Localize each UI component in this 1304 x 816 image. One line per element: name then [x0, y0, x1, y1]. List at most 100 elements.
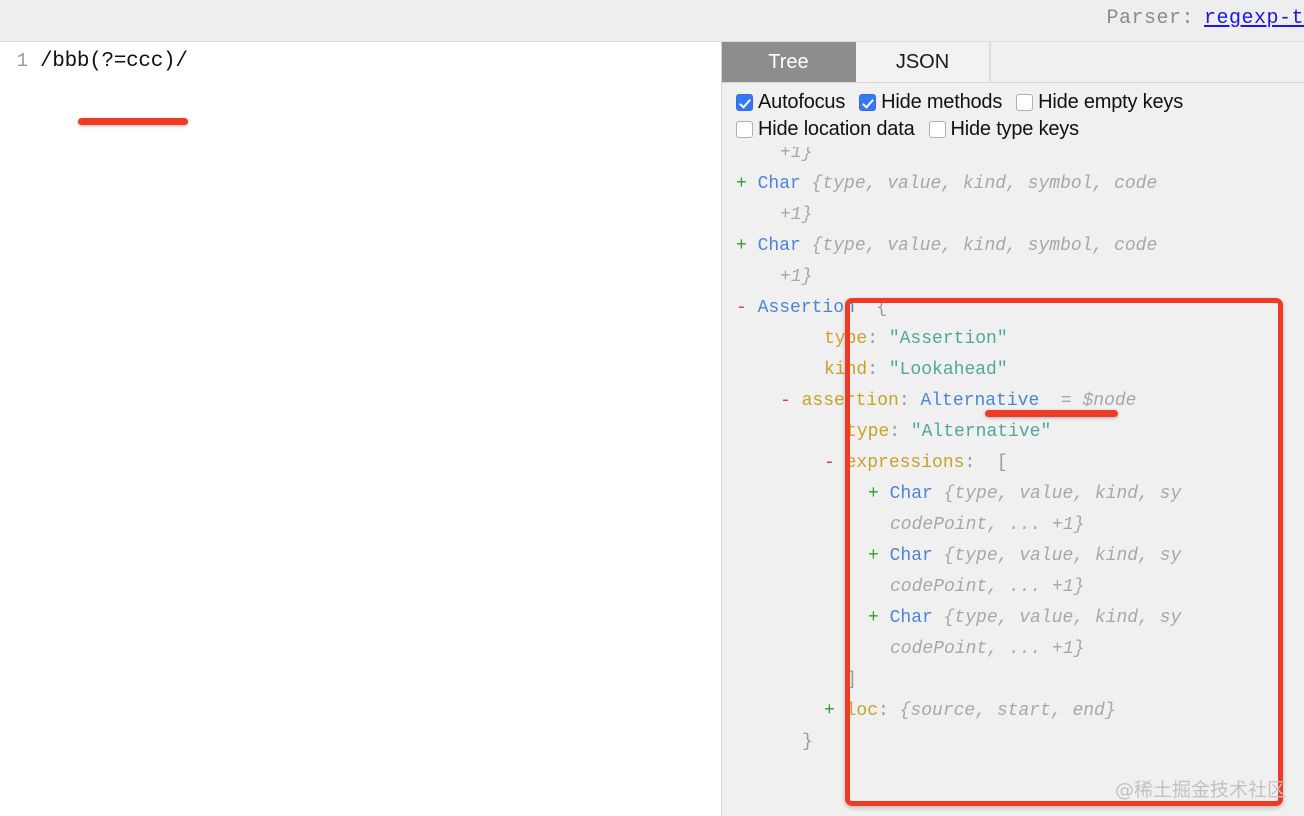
tree-node-row[interactable]: ] [722, 665, 1304, 696]
tree-node-row[interactable]: +1} [722, 262, 1304, 293]
tree-node-row[interactable]: + Char {type, value, kind, symbol, code [722, 231, 1304, 262]
tree-token-key: loc [846, 701, 878, 721]
tree-token-punct: : [889, 422, 911, 442]
checkbox-hide-empty-keys-icon[interactable] [1016, 94, 1033, 111]
app-root: Parser: regexp-t 1 /bbb(?=ccc)/ Tree JSON… [0, 0, 1304, 816]
tree-token-ref: = $node [1039, 391, 1136, 411]
tree-node-row[interactable]: } [722, 727, 1304, 758]
option-hide-type-keys[interactable]: Hide type keys [929, 118, 1079, 141]
tree-token-punct: : [899, 391, 921, 411]
option-hide-location-data[interactable]: Hide location data [736, 118, 915, 141]
checkbox-hide-methods-icon[interactable] [859, 94, 876, 111]
tree-node-row[interactable]: + Char {type, value, kind, sy [722, 479, 1304, 510]
tree-token-meta: codePoint, ... +1} [890, 639, 1084, 659]
tree-token-meta: {type, value, kind, sy [933, 484, 1181, 504]
tree-token-key: type [824, 329, 867, 349]
tree-token-punct: : [ [964, 453, 1007, 473]
tree-token-meta: +1} [780, 205, 812, 225]
tree-token-exp-plus[interactable]: + [824, 701, 846, 721]
tab-tree[interactable]: Tree [722, 42, 856, 82]
tab-bar-filler [990, 42, 1304, 82]
tree-token-class: Char [758, 236, 801, 256]
tree-token-exp-plus[interactable]: + [736, 174, 758, 194]
option-hide-location-data-label: Hide location data [758, 118, 915, 141]
tree-node-row[interactable]: + Char {type, value, kind, sy [722, 603, 1304, 634]
tree-token-exp-minus[interactable]: - [824, 453, 846, 473]
tree-token-meta: {source, start, end} [900, 701, 1116, 721]
tree-token-exp-minus[interactable]: - [736, 298, 758, 318]
option-hide-type-keys-label: Hide type keys [951, 118, 1079, 141]
option-autofocus-label: Autofocus [758, 91, 845, 114]
regex-source-text[interactable]: /bbb(?=ccc)/ [40, 50, 188, 73]
option-hide-methods-label: Hide methods [881, 91, 1002, 114]
tree-token-meta: {type, value, kind, sy [933, 546, 1181, 566]
line-number: 1 [0, 50, 28, 72]
lookahead-underline-annotation [78, 118, 188, 125]
ast-panel: Tree JSON Autofocus Hide methods Hide em… [722, 42, 1304, 816]
tree-node-row[interactable]: type: "Assertion" [722, 324, 1304, 355]
tree-token-meta: +1} [780, 147, 812, 163]
options-row-1: Autofocus Hide methods Hide empty keys [736, 89, 1304, 116]
tree-token-exp-minus[interactable]: - [780, 391, 802, 411]
tree-token-meta: +1} [780, 267, 812, 287]
checkbox-hide-type-keys-icon[interactable] [929, 121, 946, 138]
tree-token-string: "Alternative" [911, 422, 1051, 442]
tree-token-class: Assertion [758, 298, 855, 318]
tree-token-exp-plus[interactable]: + [868, 546, 890, 566]
tree-token-meta: {type, value, kind, sy [933, 608, 1181, 628]
editor-line[interactable]: 1 /bbb(?=ccc)/ [0, 50, 188, 80]
parser-label: Parser: [1106, 7, 1194, 30]
tree-token-meta: {type, value, kind, symbol, code [801, 236, 1157, 256]
tree-token-class: Alternative [920, 391, 1039, 411]
tree-node-row[interactable]: - assertion: Alternative = $node [722, 386, 1304, 417]
tree-node-row[interactable]: codePoint, ... +1} [722, 510, 1304, 541]
option-autofocus[interactable]: Autofocus [736, 91, 845, 114]
tree-node-row[interactable]: codePoint, ... +1} [722, 634, 1304, 665]
tree-node-row[interactable]: - expressions: [ [722, 448, 1304, 479]
tree-token-punct: } [802, 732, 813, 752]
ast-tab-bar: Tree JSON [722, 42, 1304, 83]
tree-token-punct: ] [846, 670, 857, 690]
regex-editor-pane[interactable]: 1 /bbb(?=ccc)/ [0, 42, 722, 816]
parser-link[interactable]: regexp-t [1204, 7, 1304, 30]
tree-node-row[interactable]: codePoint, ... +1} [722, 572, 1304, 603]
tree-token-meta: codePoint, ... +1} [890, 577, 1084, 597]
ast-tree-rows: +1} + Char {type, value, kind, symbol, co… [722, 147, 1304, 758]
tab-json[interactable]: JSON [856, 42, 990, 82]
tree-token-exp-plus[interactable]: + [736, 236, 758, 256]
tree-token-string: "Lookahead" [889, 360, 1008, 380]
checkbox-hide-location-data-icon[interactable] [736, 121, 753, 138]
ast-options: Autofocus Hide methods Hide empty keys H… [722, 83, 1304, 147]
tree-token-key: type [846, 422, 889, 442]
tree-node-row[interactable]: +1} [722, 147, 1304, 169]
tree-token-exp-plus[interactable]: + [868, 484, 890, 504]
tree-token-class: Char [758, 174, 801, 194]
tree-node-row[interactable]: + Char {type, value, kind, symbol, code [722, 169, 1304, 200]
tree-node-row[interactable]: - Assertion { [722, 293, 1304, 324]
tree-token-meta: {type, value, kind, symbol, code [801, 174, 1157, 194]
tree-token-key: assertion [802, 391, 899, 411]
ast-tree-body[interactable]: +1} + Char {type, value, kind, symbol, co… [722, 147, 1304, 813]
tree-token-punct: : [878, 701, 900, 721]
options-row-2: Hide location data Hide type keys [736, 116, 1304, 143]
top-header-bar: Parser: regexp-t [0, 0, 1304, 42]
tree-token-class: Char [890, 608, 933, 628]
tree-node-row[interactable]: type: "Alternative" [722, 417, 1304, 448]
tree-token-exp-plus[interactable]: + [868, 608, 890, 628]
tree-token-key: expressions [846, 453, 965, 473]
tree-token-class: Char [890, 546, 933, 566]
tree-token-string: "Assertion" [889, 329, 1008, 349]
tree-node-row[interactable]: +1} [722, 200, 1304, 231]
tree-node-row[interactable]: + Char {type, value, kind, sy [722, 541, 1304, 572]
tree-token-punct: : [867, 329, 889, 349]
tree-node-row[interactable]: + loc: {source, start, end} [722, 696, 1304, 727]
tree-token-punct: : [867, 360, 889, 380]
parser-selector: Parser: regexp-t [1106, 7, 1304, 30]
tree-token-meta: codePoint, ... +1} [890, 515, 1084, 535]
tree-token-key: kind [824, 360, 867, 380]
checkbox-autofocus-icon[interactable] [736, 94, 753, 111]
option-hide-empty-keys[interactable]: Hide empty keys [1016, 91, 1183, 114]
option-hide-methods[interactable]: Hide methods [859, 91, 1002, 114]
option-hide-empty-keys-label: Hide empty keys [1038, 91, 1183, 114]
tree-node-row[interactable]: kind: "Lookahead" [722, 355, 1304, 386]
